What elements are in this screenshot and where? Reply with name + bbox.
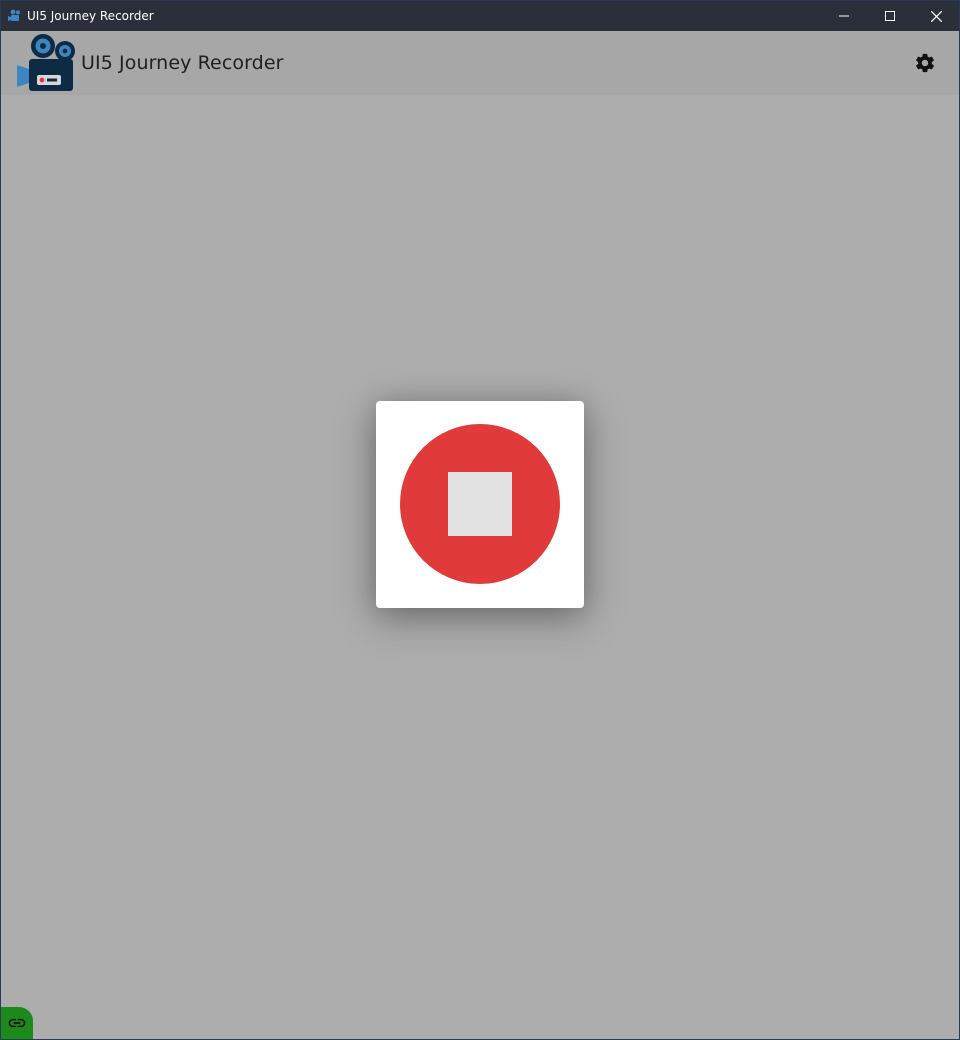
camera-icon: [7, 8, 23, 24]
app-window: UI5 Journey Recorder UI5 Journey Recorde…: [0, 0, 960, 1040]
window-titlebar[interactable]: UI5 Journey Recorder: [1, 1, 959, 31]
recording-dialog: [376, 401, 584, 608]
stop-recording-button[interactable]: [400, 424, 560, 584]
minimize-button[interactable]: [821, 1, 867, 31]
movie-camera-icon: [17, 34, 75, 91]
minimize-icon: [839, 15, 849, 17]
maximize-button[interactable]: [867, 1, 913, 31]
app-header: UI5 Journey Recorder: [1, 31, 959, 95]
link-icon: [8, 1018, 26, 1028]
window-title: UI5 Journey Recorder: [27, 9, 154, 23]
gear-icon: [916, 53, 934, 73]
settings-button[interactable]: [913, 51, 937, 75]
close-icon: [930, 10, 942, 22]
stop-icon: [448, 472, 512, 536]
maximize-icon: [885, 11, 895, 21]
window-controls: [821, 1, 959, 31]
close-button[interactable]: [913, 1, 959, 31]
app-title: UI5 Journey Recorder: [81, 52, 284, 74]
connection-status-badge[interactable]: [1, 1007, 33, 1039]
